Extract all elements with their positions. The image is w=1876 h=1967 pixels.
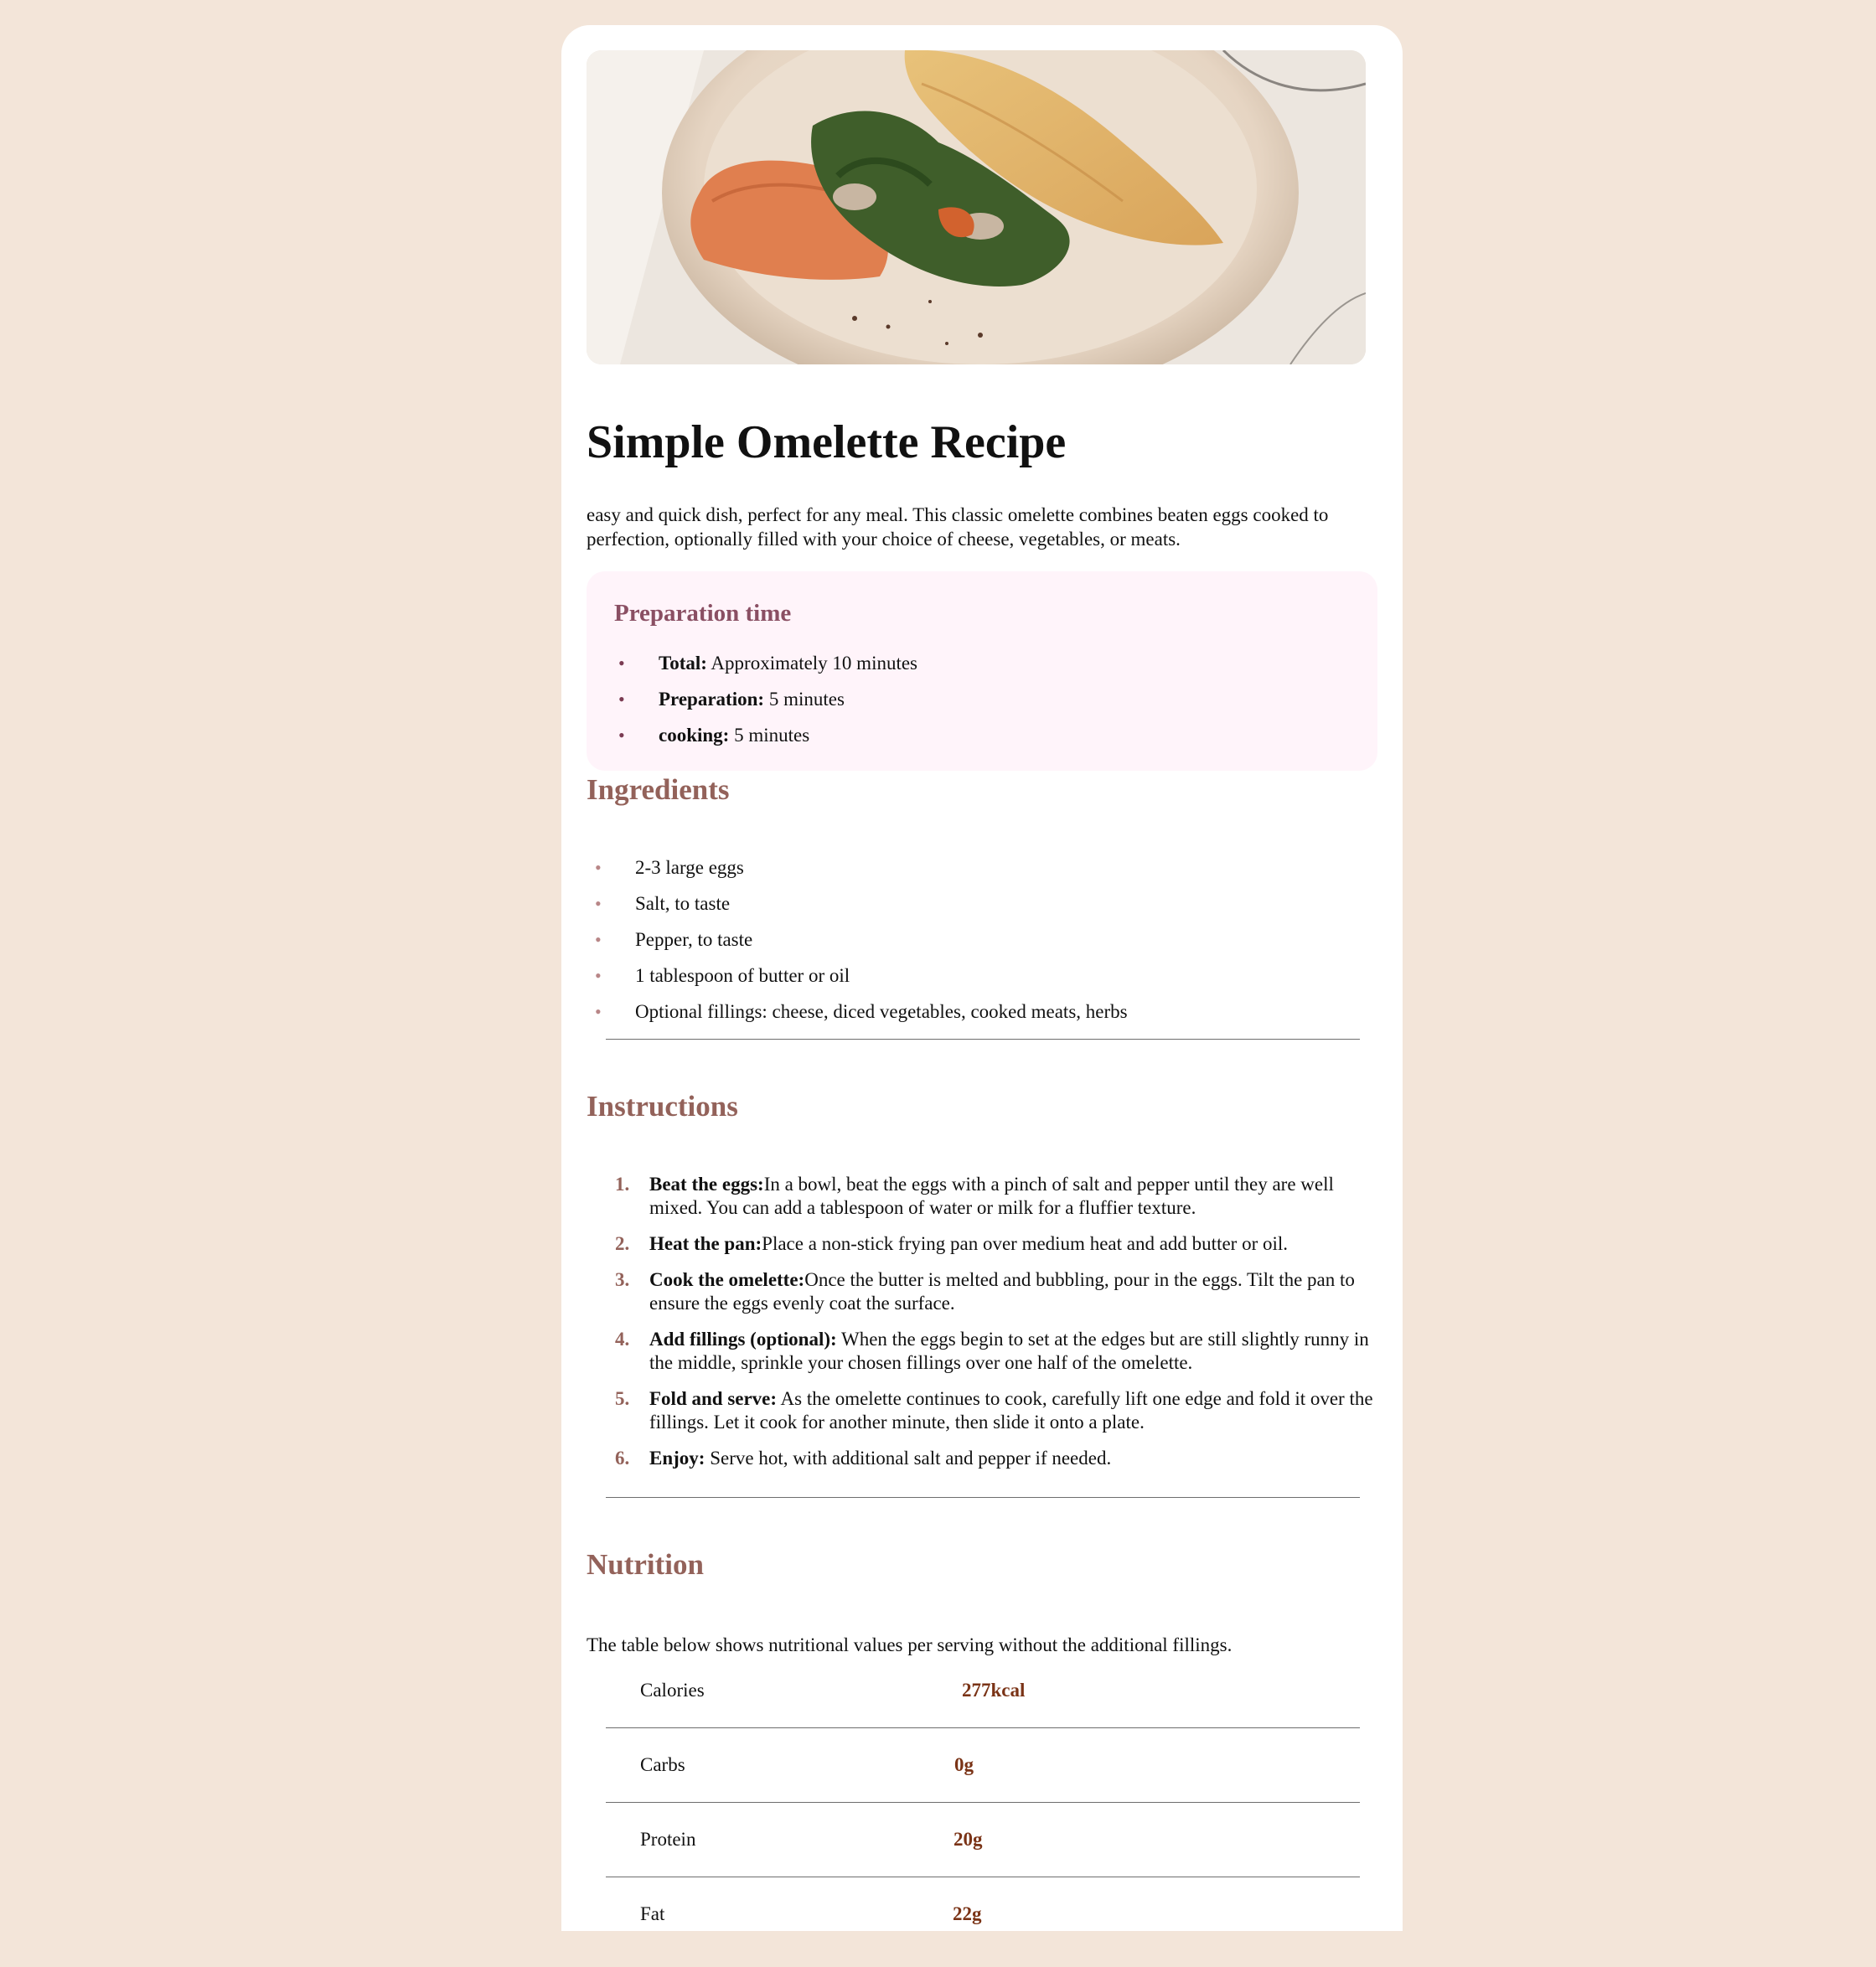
list-item: Preparation: 5 minutes (614, 688, 917, 724)
instructions-list: 1. Beat the eggs:In a bowl, beat the eggs… (587, 1173, 1382, 1483)
step-label: Add fillings (optional): (649, 1329, 837, 1350)
ingredients-heading: Ingredients (587, 773, 730, 806)
prep-label: Preparation: (659, 689, 765, 710)
instructions-heading: Instructions (587, 1090, 738, 1123)
list-item: Pepper, to taste (587, 928, 1128, 964)
list-item: Total: Approximately 10 minutes (614, 652, 917, 688)
list-item: 2. Heat the pan:Place a non-stick frying … (587, 1232, 1382, 1256)
step-number: 6. (615, 1448, 630, 1469)
step-number: 3. (615, 1269, 630, 1290)
prep-label: Total: (659, 653, 707, 674)
list-item: cooking: 5 minutes (614, 724, 917, 760)
step-number: 5. (615, 1388, 630, 1409)
nutrition-value: 22g (953, 1903, 982, 1924)
step-number: 4. (615, 1329, 630, 1350)
step-number: 2. (615, 1233, 630, 1254)
list-item: 3. Cook the omelette:Once the butter is m… (587, 1268, 1382, 1315)
list-item: Salt, to taste (587, 892, 1128, 928)
hero-image (587, 50, 1366, 364)
step-number: 1. (615, 1174, 630, 1195)
step-text: Serve hot, with additional salt and pepp… (705, 1448, 1112, 1469)
preparation-time-box: Preparation time Total: Approximately 10… (587, 571, 1377, 771)
list-item: 4. Add fillings (optional): When the eggs… (587, 1328, 1382, 1375)
step-label: Cook the omelette: (649, 1269, 805, 1290)
step-label: Fold and serve: (649, 1388, 778, 1409)
list-item: 6. Enjoy: Serve hot, with additional salt… (587, 1447, 1382, 1470)
prep-label: cooking: (659, 725, 730, 746)
divider (606, 1039, 1360, 1040)
prep-value: 5 minutes (764, 689, 845, 710)
step-label: Enjoy: (649, 1448, 705, 1469)
omelette-photo (587, 50, 1366, 364)
nutrition-value: 277kcal (962, 1680, 1026, 1701)
nutrition-label: Protein (640, 1829, 696, 1850)
nutrition-description: The table below shows nutritional values… (587, 1634, 1233, 1655)
recipe-intro: easy and quick dish, perfect for any mea… (587, 504, 1329, 550)
table-row: Fat 22g (606, 1892, 1360, 1967)
list-item: 1. Beat the eggs:In a bowl, beat the eggs… (587, 1173, 1382, 1220)
preparation-time-heading: Preparation time (614, 600, 792, 627)
page-title: Simple Omelette Recipe (587, 416, 1067, 468)
nutrition-label: Carbs (640, 1754, 685, 1775)
table-row: Carbs 0g (606, 1743, 1360, 1818)
step-text: Place a non-stick frying pan over medium… (762, 1233, 1289, 1254)
nutrition-value: 20g (954, 1829, 983, 1850)
list-item: 1 tablespoon of butter or oil (587, 964, 1128, 1000)
list-item: Optional fillings: cheese, diced vegetab… (587, 1000, 1128, 1036)
table-row: Protein 20g (606, 1818, 1360, 1892)
nutrition-value: 0g (954, 1754, 974, 1775)
recipe-card: Simple Omelette Recipe easy and quick di… (561, 25, 1403, 1931)
step-label: Beat the eggs: (649, 1174, 764, 1195)
prep-value: Approximately 10 minutes (706, 653, 918, 674)
prep-value: 5 minutes (729, 725, 810, 746)
divider (606, 1497, 1360, 1498)
list-item: 2-3 large eggs (587, 856, 1128, 892)
nutrition-heading: Nutrition (587, 1548, 704, 1581)
step-label: Heat the pan: (649, 1233, 762, 1254)
row-divider (606, 1727, 1360, 1728)
row-divider (606, 1802, 1360, 1803)
list-item: 5. Fold and serve: As the omelette contin… (587, 1387, 1382, 1434)
preparation-time-list: Total: Approximately 10 minutes Preparat… (614, 652, 917, 760)
ingredients-list: 2-3 large eggs Salt, to taste Pepper, to… (587, 856, 1128, 1036)
nutrition-label: Calories (640, 1680, 705, 1701)
table-row: Calories 277kcal (606, 1669, 1360, 1743)
nutrition-label: Fat (640, 1903, 665, 1924)
